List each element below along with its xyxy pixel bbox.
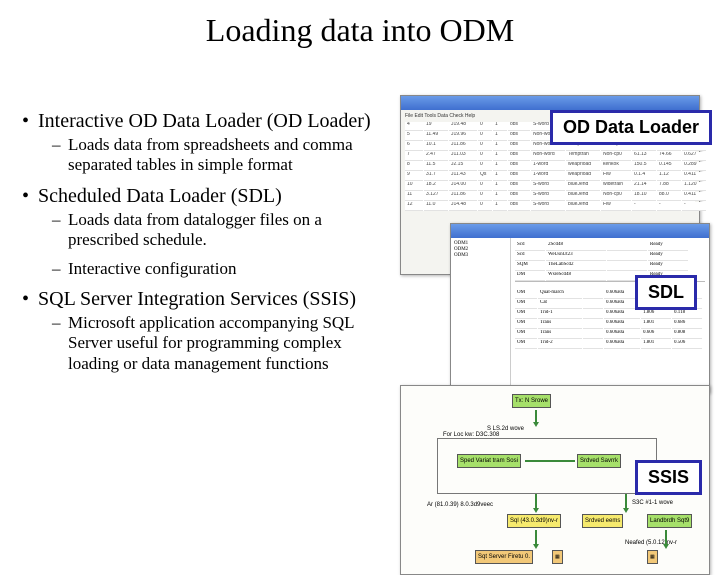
flow-label: Neafed (5.0.12)nv-r <box>625 540 677 546</box>
text-column: Interactive OD Data Loader (OD Loader) L… <box>18 105 388 382</box>
flow-label: S3C #1-1 wove <box>632 500 673 506</box>
flow-node: Sped Variat tram Sosi <box>457 454 521 468</box>
callout-sdl: SDL <box>635 275 697 310</box>
window-titlebar <box>451 224 709 238</box>
sub-ssis-1: Microsoft application accompanying SQL S… <box>18 313 388 374</box>
flow-node: ▦ <box>647 550 658 564</box>
flow-label: Ar (81.0.39) 8.0.3d9veec <box>427 502 493 508</box>
flow-node: Landbrdh Sqt9 <box>647 514 692 528</box>
callout-ssis: SSIS <box>635 460 702 495</box>
bullet-sdl: Scheduled Data Loader (SDL) <box>18 184 388 208</box>
flow-node: Srdved Savrrk <box>577 454 621 468</box>
flow-node: ▦ <box>552 550 563 564</box>
callout-od-loader: OD Data Loader <box>550 110 712 145</box>
slide-title: Loading data into ODM <box>0 0 720 55</box>
sub-od-loader-1: Loads data from spreadsheets and comma s… <box>18 135 388 176</box>
flow-node: Sqt Server Firetu 0. <box>475 550 533 564</box>
sdl-main: Scd2Scd48ReadyScdWeUsnUt23ReadySQMTheLab… <box>511 238 709 392</box>
flow-node: Srdved eems <box>582 514 623 528</box>
sub-sdl-1: Loads data from datalogger files on a pr… <box>18 210 388 251</box>
flow-node: Tx: N Srowe <box>512 394 551 408</box>
sub-sdl-2: Interactive configuration <box>18 259 388 279</box>
sdl-sidebar: ODM1ODM2ODM3 <box>451 238 511 392</box>
slide-content: Interactive OD Data Loader (OD Loader) L… <box>0 55 720 535</box>
window-titlebar <box>401 96 699 110</box>
bullet-od-loader: Interactive OD Data Loader (OD Loader) <box>18 109 388 133</box>
bullet-ssis: SQL Server Integration Services (SSIS) <box>18 287 388 311</box>
flow-container-label: For Loc kw: D3C.308 <box>441 432 501 438</box>
flow-node: Sql (43.0.3d9)nv-r <box>507 514 561 528</box>
